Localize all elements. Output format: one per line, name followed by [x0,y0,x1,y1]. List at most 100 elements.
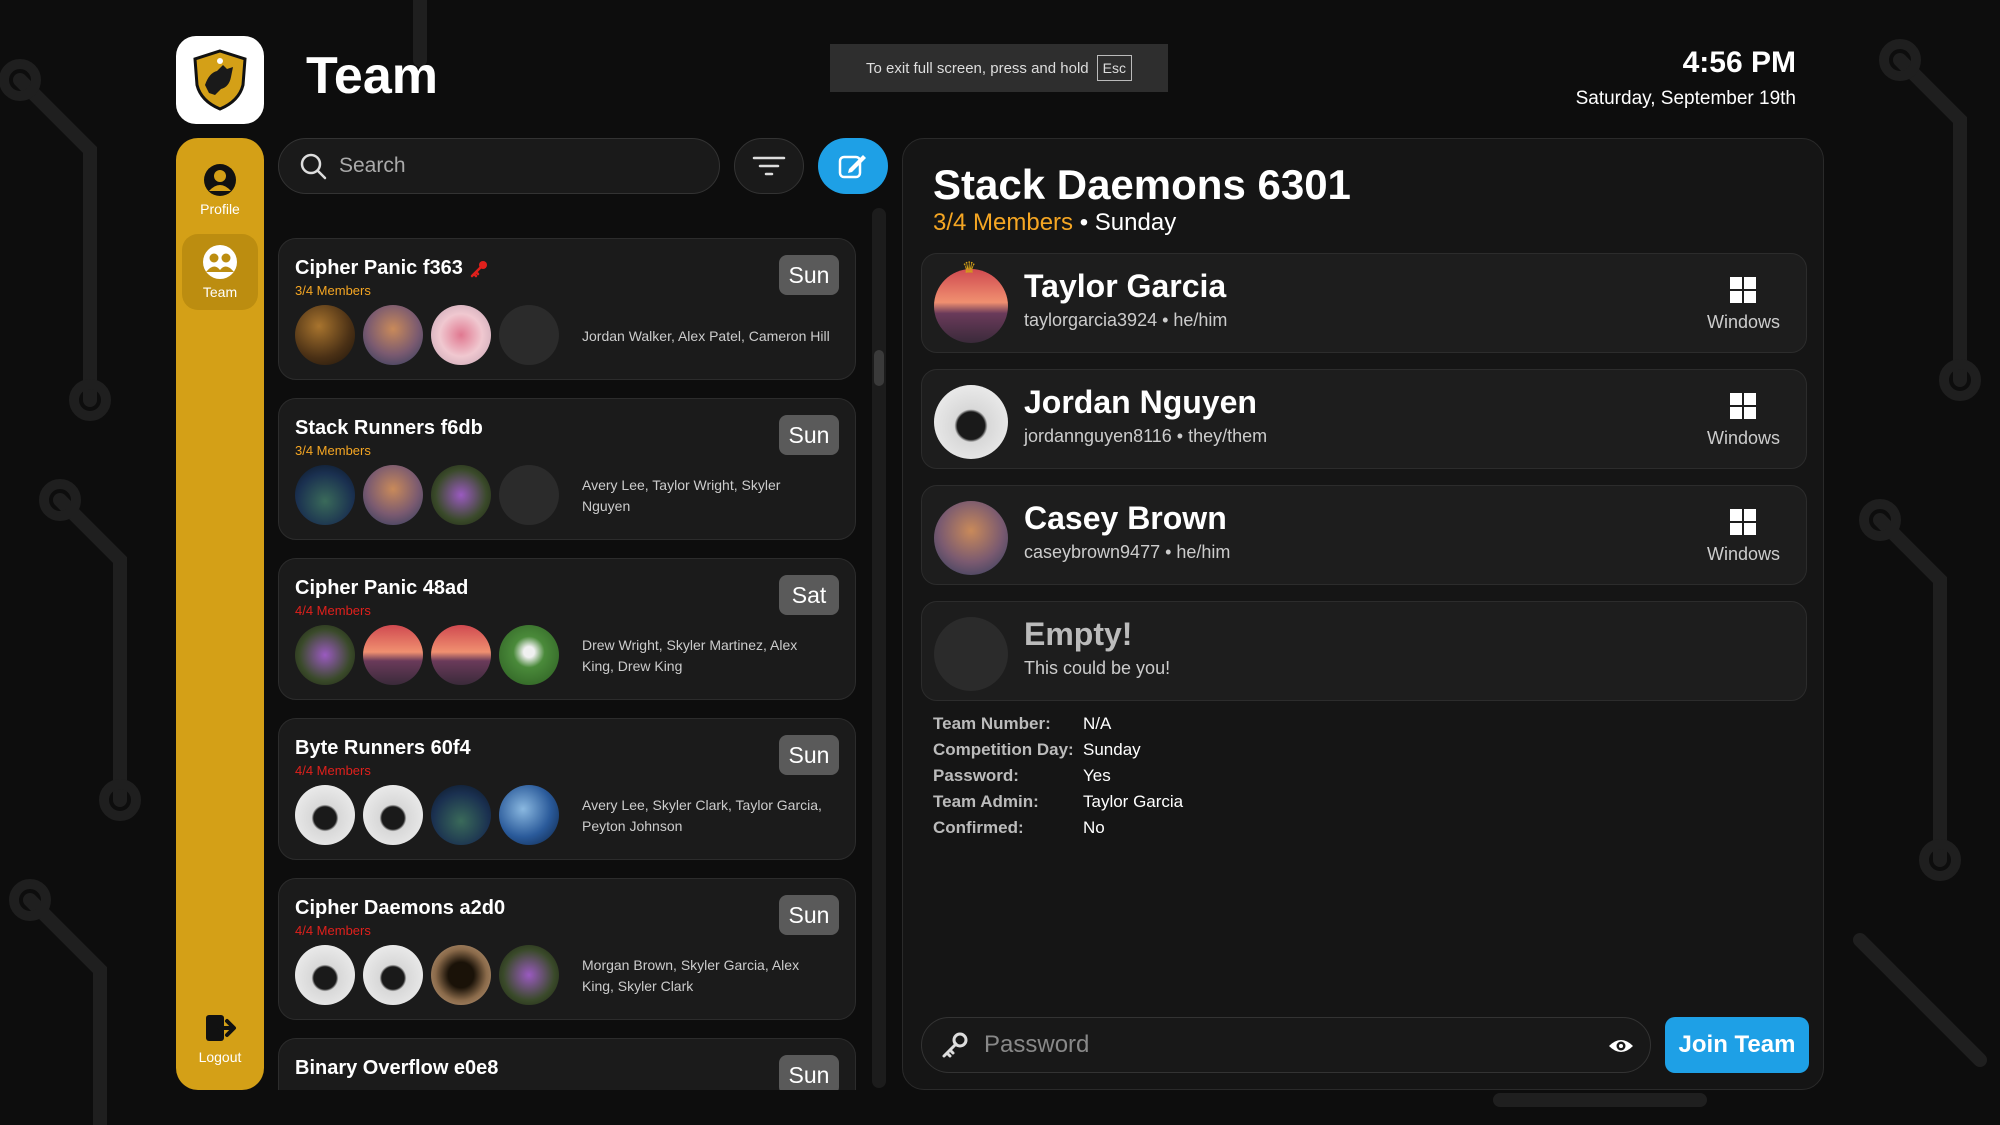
day-badge: Sat [779,575,839,615]
info-value: Yes [1083,766,1111,785]
empty-slot-card: Empty! This could be you! [921,601,1807,701]
member-username: caseybrown9477 • he/him [1024,542,1231,562]
profile-icon [204,164,236,196]
show-password-icon[interactable] [1608,1034,1634,1058]
team-name: Cipher Daemons a2d0 [295,897,506,919]
team-card[interactable]: Cipher Daemons a2d0 4/4 Members Sun Morg… [278,878,856,1020]
avatar [431,305,491,365]
info-row: Password: Yes [933,763,1183,789]
search-icon [300,153,327,180]
team-member-names: Jordan Walker, Alex Patel, Cameron Hill [582,327,830,344]
avatar [363,625,423,685]
team-name: Byte Runners 60f4 [295,737,471,759]
avatar [431,945,491,1005]
day-badge: Sun [779,735,839,775]
sidebar-item-team[interactable]: Team [182,234,258,310]
team-list-scrollbar[interactable] [872,208,886,1088]
avatar [295,625,355,685]
sidebar: Profile Team Logout [176,138,264,1090]
os-label: Windows [1706,544,1780,564]
team-member-count: 4/4 Members [295,923,371,938]
sidebar-item-label: Logout [198,1049,242,1065]
team-member-count: 4/4 Members [295,763,371,778]
join-team-button[interactable]: Join Team [1665,1017,1809,1073]
team-detail-member-count: 3/4 Members [933,209,1074,236]
member-os: Windows [1707,392,1780,449]
member-card[interactable]: Casey Brown caseybrown9477 • he/him Wind… [921,485,1807,585]
filter-button[interactable] [734,138,804,194]
crown-icon: ♛ [962,260,977,277]
day-badge: Sun [779,415,839,455]
edit-icon [838,155,866,179]
avatar-empty [934,617,1008,691]
avatar [363,305,423,365]
team-card[interactable]: Cipher Panic 48ad 4/4 Members Sat Drew W… [278,558,856,700]
password-field-wrapper [921,1017,1651,1073]
scrollbar-thumb[interactable] [874,350,884,386]
info-value: No [1083,818,1105,837]
team-name: Cipher Panic 48ad [295,577,469,599]
avatar-empty [499,465,559,525]
team-card[interactable]: Cipher Panic f363 3/4 Members Sun Jordan… [278,238,856,380]
empty-slot-title: Empty! [1024,616,1133,652]
windows-icon [1730,509,1757,535]
windows-icon [1730,393,1757,419]
member-username: jordannguyen8116 • they/them [1024,426,1268,446]
esc-key-badge: Esc [1096,55,1132,81]
team-card[interactable]: Binary Overflow e0e8 Sun [278,1038,856,1090]
avatar-group [295,945,559,1005]
team-member-count: 4/4 Members [295,603,371,618]
team-info: Team Number: N/A Competition Day: Sunday P… [933,711,1183,841]
avatar [934,501,1008,575]
info-value: Taylor Garcia [1083,792,1184,811]
create-team-button[interactable] [818,138,888,194]
team-card-title: Stack Runners f6db [295,417,483,440]
clock-time: 4:56 PM [1682,46,1796,79]
info-row: Confirmed: No [933,815,1183,841]
avatar [295,785,355,845]
search-input[interactable] [339,154,679,178]
team-detail-subtitle: 3/4 Members • Sunday [933,209,1176,237]
info-label: Password: [933,766,1019,785]
info-label: Competition Day: [933,740,1074,759]
sidebar-item-logout[interactable]: Logout [182,1000,258,1076]
team-member-names: Avery Lee, Skyler Clark, Taylor Garcia, … [582,797,822,834]
avatar [431,785,491,845]
member-card[interactable]: ♛ Taylor Garcia taylorgarcia3924 • he/hi… [921,253,1807,353]
info-value: Sunday [1083,740,1141,759]
info-label: Confirmed: [933,818,1024,837]
clock-date: Saturday, September 19th [1575,88,1796,109]
sidebar-item-profile[interactable]: Profile [182,152,258,228]
info-label: Team Admin: [933,792,1039,811]
team-card-title: Binary Overflow e0e8 [295,1057,498,1080]
avatar [499,625,559,685]
avatar [431,465,491,525]
team-card-title: Cipher Daemons a2d0 [295,897,505,920]
member-username: taylorgarcia3924 • he/him [1024,310,1228,330]
team-card-title: Byte Runners 60f4 [295,737,471,760]
shield-logo-icon [193,49,247,111]
avatar [295,465,355,525]
team-member-names: Drew Wright, Skyler Martinez, Alex King,… [582,637,798,674]
team-member-names: Morgan Brown, Skyler Garcia, Alex King, … [582,957,800,994]
team-card-title: Cipher Panic f363 [295,257,489,280]
member-card[interactable]: Jordan Nguyen jordannguyen8116 • they/th… [921,369,1807,469]
info-value: N/A [1083,714,1112,733]
team-detail-day: • Sunday [1073,209,1177,236]
os-label: Windows [1706,428,1780,448]
avatar [934,385,1008,459]
team-card[interactable]: Byte Runners 60f4 4/4 Members Sun Avery … [278,718,856,860]
member-name: Jordan Nguyen [1024,384,1257,420]
password-input[interactable] [984,1031,1584,1059]
team-name: Cipher Panic f363 [295,257,463,279]
avatar [295,305,355,365]
team-member-count: 3/4 Members [295,443,371,458]
search-bar [278,138,720,194]
avatar [295,945,355,1005]
key-icon [470,260,487,277]
sidebar-item-label: Team [202,284,238,300]
team-card[interactable]: Stack Runners f6db 3/4 Members Sun Avery… [278,398,856,540]
avatar-group [295,465,559,525]
fullscreen-notice-text: To exit full screen, press and hold [866,59,1089,77]
avatar [363,945,423,1005]
